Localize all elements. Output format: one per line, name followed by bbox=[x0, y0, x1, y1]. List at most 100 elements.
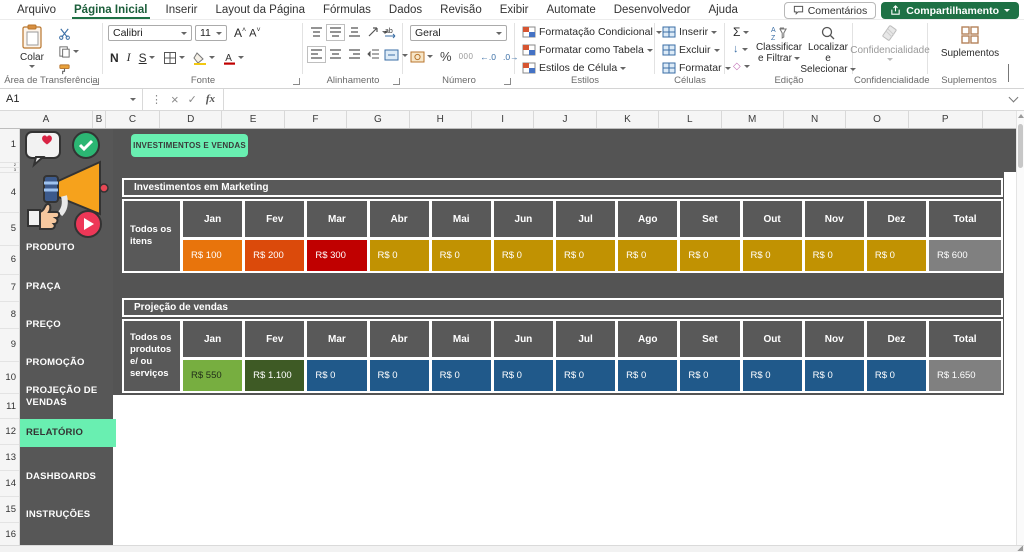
row-header[interactable]: 8 bbox=[0, 302, 19, 329]
resize-grip-icon[interactable] bbox=[1017, 546, 1023, 551]
decrease-indent-icon[interactable] bbox=[367, 49, 380, 60]
number-format-select[interactable]: Geral bbox=[410, 25, 507, 41]
ribbon-tab[interactable]: Dados bbox=[380, 0, 431, 19]
copy-caret-icon[interactable] bbox=[73, 50, 79, 53]
share-dropdown-caret-icon[interactable] bbox=[1004, 9, 1010, 12]
value-cell[interactable]: R$ 0 bbox=[867, 360, 926, 391]
fill-button[interactable]: ↓ bbox=[733, 43, 748, 55]
value-cell[interactable]: R$ 0 bbox=[556, 360, 615, 391]
row-header[interactable]: 7 bbox=[0, 275, 19, 302]
scrollbar-thumb[interactable] bbox=[1018, 124, 1023, 168]
row-header[interactable]: 12 bbox=[0, 419, 19, 445]
styles-menu-button[interactable]: Estilos de Célula bbox=[522, 62, 626, 74]
column-header[interactable]: F bbox=[285, 110, 347, 128]
value-cell[interactable]: R$ 0 bbox=[867, 240, 926, 271]
comma-style-button[interactable]: 000 bbox=[459, 52, 474, 61]
value-cell[interactable]: R$ 100 bbox=[183, 240, 242, 271]
accounting-format-button[interactable] bbox=[410, 51, 433, 63]
column-header[interactable]: I bbox=[472, 110, 534, 128]
value-cell[interactable]: R$ 0 bbox=[307, 360, 366, 391]
merge-center-button[interactable] bbox=[384, 49, 408, 61]
row-header[interactable]: 14 bbox=[0, 471, 19, 497]
row-header[interactable]: 5 bbox=[0, 213, 19, 246]
ribbon-tab[interactable]: Ajuda bbox=[699, 0, 746, 19]
value-cell[interactable]: R$ 1.650 bbox=[929, 360, 1001, 391]
column-header[interactable]: A bbox=[0, 110, 93, 128]
column-header[interactable]: D bbox=[160, 110, 222, 128]
find-select-button[interactable]: Localizar e Selecionar bbox=[805, 25, 851, 75]
row-header[interactable]: 6 bbox=[0, 246, 19, 275]
paste-button[interactable]: Colar bbox=[14, 24, 50, 68]
column-header[interactable]: N bbox=[784, 110, 846, 128]
value-cell[interactable]: R$ 0 bbox=[680, 360, 739, 391]
sidebar-item[interactable]: PRODUTO bbox=[26, 242, 111, 254]
bold-button[interactable]: N bbox=[110, 51, 119, 65]
comments-button[interactable]: Comentários bbox=[784, 2, 877, 19]
ribbon-tab[interactable]: Arquivo bbox=[8, 0, 65, 19]
value-cell[interactable]: R$ 600 bbox=[929, 240, 1001, 271]
column-header[interactable]: C bbox=[106, 110, 160, 128]
autosum-button[interactable]: Σ bbox=[733, 25, 749, 39]
decrease-decimal-button[interactable]: .0→ bbox=[503, 52, 519, 62]
value-cell[interactable]: R$ 0 bbox=[556, 240, 615, 271]
shrink-font-button[interactable]: A˅ bbox=[249, 27, 260, 40]
value-cell[interactable]: R$ 0 bbox=[805, 360, 864, 391]
ribbon-tab[interactable]: Fórmulas bbox=[314, 0, 380, 19]
value-cell[interactable]: R$ 550 bbox=[183, 360, 242, 391]
ribbon-tab[interactable]: Revisão bbox=[431, 0, 491, 19]
value-cell[interactable]: R$ 300 bbox=[307, 240, 366, 271]
alignment-dialog-launcher[interactable] bbox=[393, 78, 400, 85]
column-header[interactable]: G bbox=[347, 110, 409, 128]
cells-menu-button[interactable]: Excluir bbox=[662, 44, 720, 56]
cancel-icon[interactable]: × bbox=[171, 92, 179, 107]
align-left-icon[interactable] bbox=[310, 49, 323, 60]
sidebar-item[interactable]: PRAÇA bbox=[26, 281, 111, 293]
sidebar-item[interactable]: PROMOÇÃO bbox=[26, 357, 111, 369]
value-cell[interactable]: R$ 0 bbox=[743, 360, 802, 391]
value-cell[interactable]: R$ 0 bbox=[494, 360, 553, 391]
italic-button[interactable]: I bbox=[127, 50, 131, 65]
column-header[interactable]: L bbox=[659, 110, 721, 128]
column-header[interactable]: O bbox=[846, 110, 908, 128]
column-header[interactable]: E bbox=[222, 110, 284, 128]
wrap-text-button[interactable]: ab bbox=[384, 26, 399, 39]
align-middle-icon[interactable] bbox=[329, 27, 342, 38]
value-cell[interactable]: R$ 0 bbox=[680, 240, 739, 271]
expand-formula-bar-button[interactable] bbox=[1002, 88, 1024, 110]
value-cell[interactable]: R$ 0 bbox=[743, 240, 802, 271]
cells-menu-button[interactable]: Inserir bbox=[662, 26, 717, 38]
column-header[interactable]: P bbox=[909, 110, 983, 128]
value-cell[interactable]: R$ 0 bbox=[432, 240, 491, 271]
row-header[interactable]: 4 bbox=[0, 173, 19, 213]
number-dialog-launcher[interactable] bbox=[504, 78, 511, 85]
row-header[interactable]: 9 bbox=[0, 329, 19, 363]
sidebar-item[interactable]: PROJEÇÃO DE VENDAS bbox=[26, 385, 111, 409]
align-top-icon[interactable] bbox=[310, 27, 323, 38]
value-cell[interactable]: R$ 0 bbox=[618, 240, 677, 271]
font-dialog-launcher[interactable] bbox=[293, 78, 300, 85]
investments-sales-title-button[interactable]: INVESTIMENTOS E VENDAS bbox=[131, 134, 248, 157]
clipboard-dialog-launcher[interactable] bbox=[92, 78, 99, 85]
value-cell[interactable]: R$ 0 bbox=[494, 240, 553, 271]
sort-filter-button[interactable]: AZ Classificar e Filtrar bbox=[753, 25, 805, 64]
addins-button[interactable]: Suplementos bbox=[938, 25, 1002, 59]
collapse-ribbon-button[interactable] bbox=[1008, 64, 1009, 82]
fill-color-button[interactable] bbox=[193, 51, 215, 65]
ribbon-tab[interactable]: Layout da Página bbox=[206, 0, 314, 19]
row-header[interactable]: 1 bbox=[0, 128, 19, 163]
sidebar-item[interactable]: PREÇO bbox=[26, 319, 111, 331]
align-bottom-icon[interactable] bbox=[348, 27, 361, 38]
value-cell[interactable]: R$ 200 bbox=[245, 240, 304, 271]
sidebar-item[interactable]: DASHBOARDS bbox=[26, 471, 111, 483]
value-cell[interactable]: R$ 0 bbox=[370, 240, 429, 271]
borders-button[interactable] bbox=[163, 51, 185, 65]
paste-dropdown-caret-icon[interactable] bbox=[29, 65, 35, 68]
ribbon-tab[interactable]: Inserir bbox=[157, 0, 207, 19]
column-header[interactable]: J bbox=[534, 110, 596, 128]
column-header[interactable]: B bbox=[93, 110, 106, 128]
value-cell[interactable]: R$ 0 bbox=[370, 360, 429, 391]
grow-font-button[interactable]: A˄ bbox=[234, 26, 246, 40]
enter-icon[interactable]: ✓ bbox=[188, 93, 197, 106]
value-cell[interactable]: R$ 0 bbox=[432, 360, 491, 391]
sidebar-item[interactable]: RELATÓRIO bbox=[20, 419, 116, 447]
